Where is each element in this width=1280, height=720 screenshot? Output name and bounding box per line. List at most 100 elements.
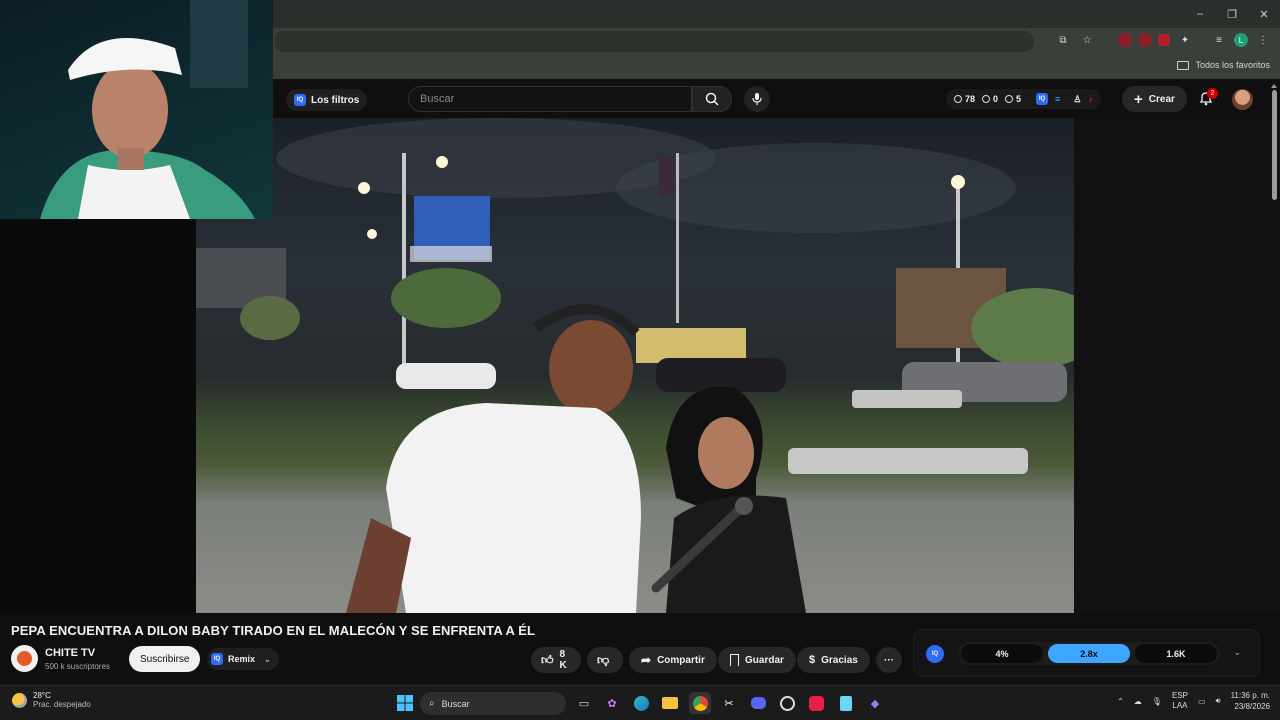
maximize-button[interactable]: ❐ bbox=[1216, 0, 1248, 28]
video-player[interactable] bbox=[196, 118, 1074, 613]
system-tray: ⌃ ☁ 🎙︎ ESP LAA ▭ 🔊︎ 11:36 p. m. 23/8/202… bbox=[1117, 690, 1270, 712]
copilot-icon[interactable]: ✿ bbox=[601, 692, 623, 714]
clock-date: 23/8/2026 bbox=[1234, 702, 1270, 711]
folder-icon bbox=[1177, 60, 1190, 70]
app-diamond-icon[interactable]: ◆ bbox=[864, 692, 886, 714]
more-actions-button[interactable]: ··· bbox=[876, 647, 902, 673]
language-code: ESP bbox=[1171, 691, 1188, 700]
keyboard-layout: LAA bbox=[1172, 701, 1188, 710]
remix-label: Remix bbox=[228, 654, 256, 664]
capcut-icon[interactable]: ✂ bbox=[718, 692, 740, 714]
person-white-shirt bbox=[386, 403, 641, 613]
share-label: Compartir bbox=[657, 654, 705, 666]
thanks-label: Gracias bbox=[821, 654, 858, 666]
clock[interactable]: 11:36 p. m. 23/8/2026 bbox=[1231, 690, 1270, 712]
notepad-icon[interactable] bbox=[835, 692, 857, 714]
weather-description: Prac. despejado bbox=[33, 700, 91, 709]
network-icon[interactable]: ▭ bbox=[1198, 697, 1206, 706]
extension-red-3-icon[interactable] bbox=[1158, 34, 1170, 46]
thumbs-down-icon: 👎︎ bbox=[597, 652, 610, 667]
discord-icon[interactable] bbox=[747, 692, 769, 714]
account-avatar[interactable] bbox=[1232, 89, 1253, 110]
weather-temperature: 28°C bbox=[33, 691, 51, 700]
file-explorer-icon[interactable] bbox=[659, 692, 681, 714]
save-button[interactable]: Guardar bbox=[718, 647, 796, 673]
all-bookmarks-folder[interactable]: Todos los favoritos bbox=[1177, 60, 1270, 70]
extensions-puzzle-icon[interactable]: ✦ bbox=[1176, 31, 1194, 49]
subscribe-button[interactable]: Suscribirse bbox=[129, 646, 201, 672]
browser-menu-icon[interactable]: ⋮ bbox=[1254, 31, 1272, 49]
filters-button[interactable]: IQ Los filtros bbox=[286, 89, 368, 111]
channel-logo-icon bbox=[17, 651, 32, 666]
speed-option-rate[interactable]: 2.8x bbox=[1048, 644, 1130, 663]
window-controls: – ❐ ✕ bbox=[1184, 0, 1280, 28]
microphone-tray-icon[interactable]: 🎙︎ bbox=[1152, 697, 1162, 706]
dollar-heart-icon: $ bbox=[809, 654, 816, 666]
right-dark-region bbox=[1074, 118, 1280, 613]
speed-selector: 4% 2.8x 1.6K bbox=[958, 642, 1220, 665]
address-bar[interactable] bbox=[274, 31, 1034, 52]
speed-option-resolution[interactable]: 1.6K bbox=[1135, 644, 1217, 663]
like-count: 8 K bbox=[559, 649, 567, 671]
channel-avatar[interactable] bbox=[11, 645, 38, 672]
extension-red-2-icon[interactable] bbox=[1138, 33, 1152, 47]
start-button[interactable] bbox=[394, 692, 416, 714]
subscriber-count: 500 k suscriptores bbox=[45, 662, 110, 671]
chrome-icon[interactable] bbox=[689, 692, 711, 714]
task-view-icon[interactable]: ▭ bbox=[573, 692, 595, 714]
all-bookmarks-label: Todos los favoritos bbox=[1195, 60, 1270, 70]
windows-logo-icon bbox=[397, 695, 413, 711]
share-arrow-icon: ➦ bbox=[641, 653, 652, 667]
taskbar-search[interactable]: ⌕ Buscar bbox=[420, 692, 566, 715]
like-button[interactable]: 👍︎ 8 K bbox=[531, 647, 581, 673]
volume-icon[interactable]: 🔊︎ bbox=[1216, 696, 1221, 706]
weather-widget[interactable]: 28°C Prac. despejado bbox=[12, 691, 91, 709]
playback-speed-panel: IQ 4% 2.8x 1.6K ⌄ bbox=[913, 629, 1260, 677]
scroll-up-arrow[interactable] bbox=[1271, 84, 1277, 88]
chevron-down-icon[interactable]: ⌄ bbox=[1233, 647, 1241, 658]
iq-icon: IQ bbox=[211, 653, 223, 665]
language-indicator[interactable]: ESP LAA bbox=[1172, 691, 1188, 711]
save-label: Guardar bbox=[745, 654, 784, 666]
video-info: PEPA ENCUENTRA A DILON BABY TIRADO EN EL… bbox=[0, 613, 1280, 685]
youtube-header: IQ Los filtros Buscar 78 0 5 IQ ≡ ♙ ♪ + … bbox=[274, 80, 1280, 118]
close-button[interactable]: ✕ bbox=[1248, 0, 1280, 28]
search-button[interactable] bbox=[692, 86, 732, 112]
remix-button[interactable]: IQ Remix ⌄ bbox=[207, 648, 279, 670]
cloud-icon[interactable]: ☁ bbox=[1134, 697, 1142, 706]
create-label: Crear bbox=[1148, 93, 1175, 105]
windows-taskbar: 28°C Prac. despejado ⌕ Buscar ▭ ✿ ✂ ◆ ⌃ … bbox=[0, 685, 1280, 720]
voice-search-button[interactable] bbox=[744, 86, 770, 112]
install-app-icon[interactable]: ⧉ bbox=[1054, 31, 1072, 49]
eye-icon bbox=[982, 95, 991, 103]
video-title: PEPA ENCUENTRA A DILON BABY TIRADO EN EL… bbox=[11, 623, 536, 638]
iq-icon: IQ bbox=[1036, 93, 1049, 105]
thanks-button[interactable]: $ Gracias bbox=[797, 647, 870, 673]
tray-chevron-up-icon[interactable]: ⌃ bbox=[1117, 697, 1124, 706]
filters-label: Los filtros bbox=[311, 94, 360, 106]
obs-icon[interactable] bbox=[776, 692, 798, 714]
page-scrollbar[interactable] bbox=[1272, 90, 1277, 200]
minimize-button[interactable]: – bbox=[1184, 0, 1216, 28]
extension-red-1-icon[interactable] bbox=[1118, 33, 1132, 47]
search-input[interactable]: Buscar bbox=[408, 86, 692, 112]
reading-list-icon[interactable]: ≡ bbox=[1210, 31, 1228, 49]
edge-icon[interactable] bbox=[630, 692, 652, 714]
profile-avatar[interactable]: L bbox=[1234, 33, 1248, 47]
share-button[interactable]: ➦ Compartir bbox=[629, 647, 717, 673]
alert-icon: ♪ bbox=[1088, 94, 1093, 104]
partly-cloudy-icon bbox=[12, 692, 27, 708]
eye-icon bbox=[1005, 95, 1014, 103]
video-frame bbox=[196, 118, 1074, 613]
tiktok-icon[interactable] bbox=[805, 692, 827, 714]
bookmark-star-icon[interactable]: ☆ bbox=[1078, 31, 1096, 49]
plus-icon: + bbox=[1134, 90, 1143, 108]
dislike-button[interactable]: 👎︎ bbox=[587, 647, 623, 673]
iq-badge[interactable]: IQ bbox=[926, 645, 944, 663]
create-button[interactable]: + Crear bbox=[1122, 86, 1187, 112]
thumbs-up-icon: 👍︎ bbox=[541, 652, 554, 667]
stat-watch: 78 bbox=[954, 94, 975, 104]
channel-name[interactable]: CHITE TV bbox=[45, 647, 95, 659]
extension-stats[interactable]: 78 0 5 IQ ≡ ♙ ♪ bbox=[946, 89, 1101, 109]
speed-option-percent[interactable]: 4% bbox=[961, 644, 1043, 663]
